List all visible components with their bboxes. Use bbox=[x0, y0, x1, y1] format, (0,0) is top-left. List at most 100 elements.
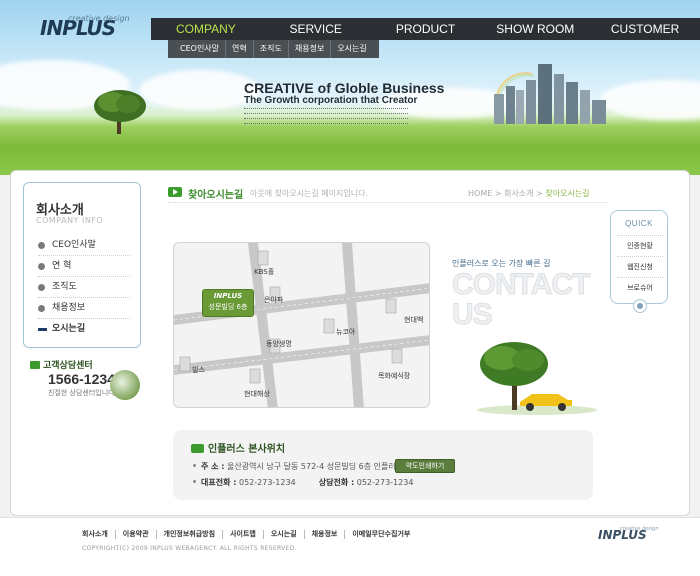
breadcrumb-home[interactable]: HOME bbox=[468, 189, 492, 198]
bullet-icon bbox=[38, 242, 45, 249]
hero-subtitle: The Growth corporation that Creator bbox=[244, 95, 418, 106]
breadcrumb-separator-icon: > bbox=[536, 189, 546, 198]
quick-menu: QUICK 인증현황 웹진신청 브로슈어 bbox=[610, 210, 668, 313]
sidebar-item-ceo[interactable]: CEO인사말 bbox=[38, 235, 130, 256]
subnav-history[interactable]: 연혁 bbox=[225, 40, 253, 58]
quick-item-certification[interactable]: 인증현황 bbox=[617, 235, 663, 255]
bullet-icon bbox=[38, 305, 45, 312]
tree-car-illustration bbox=[477, 342, 597, 415]
phone-row: 대표전화 : 052-273-1234 상담전화 : 052-273-1234 bbox=[193, 477, 413, 488]
map-label: 목화예식장 bbox=[378, 372, 411, 380]
footer-link-email-policy[interactable]: 이메일무단수집거부 bbox=[344, 530, 417, 539]
footer: 회사소개 이용약관 개인정보취급방침 사이트맵 오시는길 채용정보 이메일무단수… bbox=[0, 517, 700, 576]
footer-link-terms[interactable]: 이용약관 bbox=[114, 530, 156, 539]
consult-value: 052-273-1234 bbox=[356, 478, 414, 487]
nav-product[interactable]: PRODUCT bbox=[371, 18, 481, 40]
address-label: 주 소 : bbox=[201, 462, 225, 471]
map-label: 은아파 bbox=[264, 296, 284, 304]
phone-value: 052-273-1234 bbox=[238, 478, 296, 487]
breadcrumb-company[interactable]: 회사소개 bbox=[504, 189, 533, 198]
consult-label: 상담전화 : bbox=[318, 478, 355, 487]
active-bar-icon bbox=[38, 328, 47, 331]
page-description: 아웃에 찾아오시는길 페이지입니다. bbox=[250, 189, 369, 198]
footer-copyright: COPYRIGHT(C) 2009 INPLUS WEBAGENCY. ALL … bbox=[82, 545, 297, 552]
nav-company[interactable]: COMPANY bbox=[151, 18, 261, 40]
nav-service[interactable]: SERVICE bbox=[261, 18, 371, 40]
sidebar-item-history[interactable]: 연 혁 bbox=[38, 256, 130, 277]
customer-center-note: 친절한 상담센터입니다 bbox=[48, 389, 115, 397]
footer-logo-tagline: creative design bbox=[620, 526, 659, 532]
bullet-icon bbox=[38, 284, 45, 291]
phone-label: 대표전화 : bbox=[201, 478, 237, 487]
bullet-icon bbox=[193, 464, 196, 467]
customer-center-phone: 1566-1234 bbox=[48, 371, 115, 387]
headquarters-info: 인플러스 본사위치 주 소 : 울산광역시 남구 달동 572-4 성문빌딩 6… bbox=[173, 430, 593, 500]
print-map-button[interactable]: 약도인쇄하기 bbox=[395, 459, 455, 473]
bullet-icon bbox=[193, 480, 196, 483]
footer-links: 회사소개 이용약관 개인정보취급방침 사이트맵 오시는길 채용정보 이메일무단수… bbox=[82, 530, 417, 539]
sidebar-item-location[interactable]: 오시는길 bbox=[38, 319, 130, 340]
subnav-location[interactable]: 오시는길 bbox=[330, 40, 372, 58]
map-label: 동양생명 bbox=[266, 340, 292, 348]
sidebar-item-organization[interactable]: 조직도 bbox=[38, 277, 130, 298]
footer-link-recruit[interactable]: 채용정보 bbox=[303, 530, 345, 539]
sidebar: 회사소개 COMPANY INFO CEO인사말 연 혁 조직도 채용정보 오시… bbox=[23, 182, 141, 348]
breadcrumb-separator-icon: > bbox=[494, 189, 505, 198]
map-label: 현대백 bbox=[404, 316, 424, 324]
breadcrumb: HOME > 회사소개 > 찾아오시는길 bbox=[468, 188, 590, 199]
quick-menu-title: QUICK bbox=[625, 219, 653, 228]
contact-section: 인플러스로 오는 가장 빠른 길 CONTACT US bbox=[451, 258, 602, 418]
map-roads bbox=[174, 243, 429, 407]
location-map[interactable]: INPLUS 성문빌딩 6층 KBS홀 은아파 동양생명 뉴코아 현대백 목화예… bbox=[173, 242, 430, 408]
bullet-icon bbox=[38, 263, 45, 270]
address-value: 울산광역시 남구 달동 572-4 성문빌딩 6층 인플러스 bbox=[227, 462, 404, 471]
brand-logo[interactable]: INPLUS creative design bbox=[40, 14, 150, 42]
page-title: 찾아오시는길 bbox=[188, 190, 244, 201]
sidebar-item-label: 채용정보 bbox=[52, 303, 86, 313]
footer-link-location[interactable]: 오시는길 bbox=[262, 530, 304, 539]
subnav-organization[interactable]: 조직도 bbox=[252, 40, 288, 58]
phone-icon bbox=[30, 361, 40, 369]
hero-slogan: CREATIVE of Globle Business The Growth c… bbox=[244, 80, 494, 127]
sub-nav: CEO인사말 연혁 조직도 채용정보 오시는길 bbox=[168, 40, 379, 58]
customer-center-label: 고객상담센터 bbox=[30, 358, 93, 371]
map-label: 빌스 bbox=[192, 366, 205, 374]
sidebar-item-label: 조직도 bbox=[52, 282, 77, 292]
sidebar-subtitle: COMPANY INFO bbox=[36, 216, 104, 225]
title-arrow-icon bbox=[191, 444, 204, 453]
footer-link-company[interactable]: 회사소개 bbox=[82, 530, 115, 539]
sidebar-item-label: 오시는길 bbox=[52, 324, 86, 334]
city-skyline-icon bbox=[494, 64, 606, 124]
globe-icon bbox=[110, 370, 140, 400]
info-title: 인플러스 본사위치 bbox=[191, 440, 285, 455]
contact-heading: CONTACT US bbox=[451, 268, 590, 331]
map-marker-logo: INPLUS bbox=[213, 292, 243, 300]
subnav-ceo[interactable]: CEO인사말 bbox=[174, 40, 225, 58]
footer-link-privacy[interactable]: 개인정보취급방침 bbox=[155, 530, 223, 539]
map-label: 뉴코아 bbox=[336, 328, 356, 336]
quick-menu-top-button[interactable] bbox=[633, 299, 647, 313]
breadcrumb-current: 찾아오시는길 bbox=[545, 189, 590, 198]
map-marker-text: 성문빌딩 6층 bbox=[208, 303, 248, 311]
cloud bbox=[140, 70, 260, 110]
address-row: 주 소 : 울산광역시 남구 달동 572-4 성문빌딩 6층 인플러스 bbox=[193, 461, 403, 472]
title-arrow-icon bbox=[168, 187, 182, 197]
main-nav: COMPANY SERVICE PRODUCT SHOW ROOM CUSTOM… bbox=[151, 18, 700, 40]
map-label: KBS홀 bbox=[254, 268, 275, 276]
footer-link-sitemap[interactable]: 사이트맵 bbox=[222, 530, 263, 539]
nav-customer[interactable]: CUSTOMER bbox=[590, 18, 700, 40]
sidebar-item-label: CEO인사말 bbox=[52, 240, 96, 250]
logo-tagline: creative design bbox=[68, 14, 130, 23]
sidebar-item-recruit[interactable]: 채용정보 bbox=[38, 298, 130, 319]
hero-text-lines bbox=[244, 108, 494, 127]
sidebar-item-label: 연 혁 bbox=[52, 261, 72, 271]
customer-center: 고객상담센터 1566-1234 친절한 상담센터입니다 bbox=[30, 358, 142, 404]
quick-item-webzine[interactable]: 웹진신청 bbox=[617, 256, 663, 276]
hero-title: CREATIVE of Globle Business bbox=[244, 80, 445, 96]
map-location-marker: INPLUS 성문빌딩 6층 bbox=[202, 289, 254, 317]
quick-item-brochure[interactable]: 브로슈어 bbox=[617, 277, 663, 297]
map-label: 현대해상 bbox=[244, 390, 270, 398]
nav-show-room[interactable]: SHOW ROOM bbox=[480, 18, 590, 40]
subnav-recruit[interactable]: 채용정보 bbox=[287, 40, 330, 58]
sidebar-menu: CEO인사말 연 혁 조직도 채용정보 오시는길 bbox=[38, 235, 130, 340]
